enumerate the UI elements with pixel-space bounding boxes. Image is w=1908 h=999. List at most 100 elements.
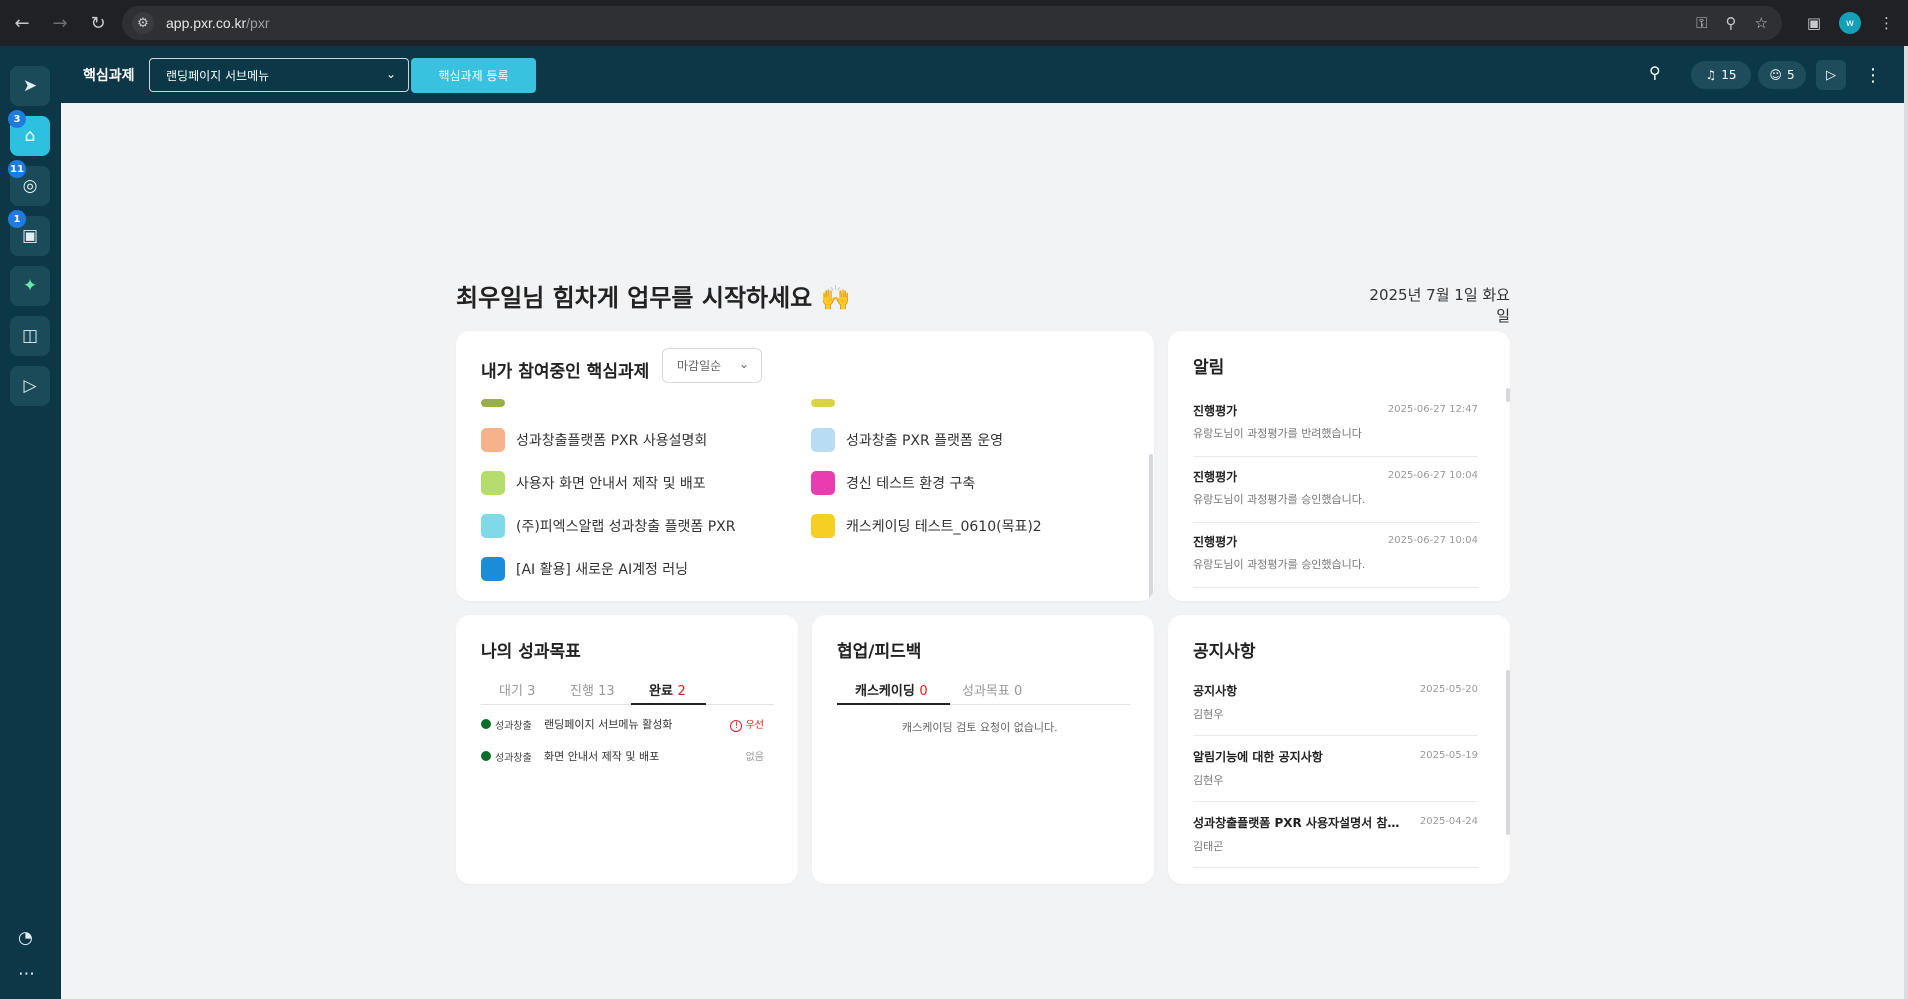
- task-label: (주)피엑스알랩 성과창출 플랫폼 PXR: [516, 519, 736, 535]
- chart-pie-icon[interactable]: ◔: [18, 928, 33, 948]
- task-color-swatch: [481, 557, 505, 581]
- notification-count: 15: [1721, 68, 1737, 82]
- feedback-card: 협업/피드백 캐스케이딩 0 성과목표 0 캐스케이딩 검토 요청이 없습니다.: [812, 615, 1154, 884]
- task-label: 사용자 화면 안내서 제작 및 배포: [516, 476, 706, 492]
- more-vertical-icon[interactable]: ⋮: [1858, 60, 1888, 90]
- goal-name: 랜딩페이지 서브메뉴 활성화: [544, 718, 673, 731]
- task-color-swatch: [481, 399, 505, 407]
- task-color-swatch: [481, 471, 505, 495]
- task-item[interactable]: 성과창출 PXR 플랫폼 운영: [811, 428, 1003, 452]
- task-label: 성과창출플랫폼 PXR 사용설명회: [516, 433, 708, 449]
- tab-performance-goals[interactable]: 성과목표 0: [962, 680, 1022, 699]
- task-label: 캐스케이딩 테스트_0610(목표)2: [846, 519, 1042, 535]
- welcome-greeting: 최우일님 힘차게 업무를 시작하세요 🙌: [456, 284, 851, 312]
- active-tab-indicator: [837, 703, 950, 705]
- core-task-select[interactable]: 랜딩페이지 서브메뉴 ⌄: [149, 58, 409, 92]
- page-scrollbar[interactable]: [1904, 46, 1908, 999]
- notification-type: 진행평가: [1193, 535, 1238, 549]
- task-color-swatch: [811, 428, 835, 452]
- goal-item[interactable]: 성과창출 랜딩페이지 서브메뉴 활성화 ! 우선: [481, 715, 766, 735]
- notification-type: 진행평가: [1193, 470, 1238, 484]
- sort-select-value: 마감일순: [677, 359, 722, 373]
- sort-select[interactable]: 마감일순 ⌄: [662, 348, 762, 383]
- task-item-partial[interactable]: [481, 399, 516, 407]
- core-tasks-title: 내가 참여중인 핵심과제: [481, 362, 650, 382]
- goal-name: 화면 안내서 제작 및 배포: [544, 750, 660, 763]
- empty-message: 캐스케이딩 검토 요청이 없습니다.: [902, 721, 1058, 734]
- status-dot: [481, 751, 491, 761]
- search-icon[interactable]: ⚲: [1649, 63, 1661, 82]
- status-dot: [481, 719, 491, 729]
- notices-scrollbar[interactable]: [1506, 670, 1510, 835]
- notice-item[interactable]: 성과창출플랫폼 PXR 사용자설명서 참조… 2025-04-24 김태곤: [1193, 802, 1478, 868]
- goal-item[interactable]: 성과창출 화면 안내서 제작 및 배포 없음: [481, 747, 766, 767]
- notices-card: 공지사항 공지사항 2025-05-20 김현우 알림기능에 대한 공지사항 2…: [1168, 615, 1510, 884]
- video-call-icon[interactable]: ▷: [1816, 60, 1846, 90]
- notifications-scrollbar[interactable]: [1506, 388, 1510, 402]
- notice-item[interactable]: 알림기능에 대한 공지사항 2025-05-19 김현우: [1193, 736, 1478, 802]
- video-icon[interactable]: ▷: [10, 366, 50, 406]
- notice-item[interactable]: 공지사항 2025-05-20 김현우: [1193, 670, 1478, 736]
- task-item[interactable]: [AI 활용] 새로운 AI계정 러닝: [481, 557, 688, 581]
- task-item[interactable]: (주)피엑스알랩 성과창출 플랫폼 PXR: [481, 514, 735, 538]
- url-text[interactable]: app.pxr.co.kr/pxr: [166, 15, 270, 31]
- extensions-icon[interactable]: ▣: [1807, 14, 1821, 32]
- goal-category: 성과창출: [495, 721, 532, 732]
- notice-date: 2025-05-19: [1419, 750, 1478, 761]
- notice-date: 2025-04-24: [1419, 816, 1478, 827]
- my-goals-title: 나의 성과목표: [481, 642, 581, 662]
- reload-icon[interactable]: ↻: [82, 7, 114, 39]
- forward-icon[interactable]: →: [44, 7, 76, 39]
- browser-menu-icon[interactable]: ⋮: [1879, 14, 1894, 32]
- bookmark-star-icon[interactable]: ☆: [1755, 14, 1768, 32]
- task-item[interactable]: 사용자 화면 안내서 제작 및 배포: [481, 471, 706, 495]
- goal-status: ! 우선: [730, 716, 764, 732]
- back-icon[interactable]: ←: [6, 7, 38, 39]
- active-tab-indicator: [631, 703, 706, 705]
- tab-divider: [481, 704, 774, 705]
- tab-in-progress[interactable]: 진행 13: [570, 680, 615, 699]
- task-color-swatch: [481, 428, 505, 452]
- my-goals-card: 나의 성과목표 대기 3 진행 13 완료 2 성과창출 랜딩페이지 서브메뉴 …: [456, 615, 798, 884]
- notification-item[interactable]: 진행평가 2025-06-27 10:04 유랑도님이 과정평가를 승인했습니다…: [1193, 458, 1478, 523]
- site-info-icon[interactable]: ⚙: [132, 12, 154, 34]
- zoom-icon[interactable]: ⚲: [1726, 14, 1737, 32]
- core-tasks-card: 내가 참여중인 핵심과제 마감일순 ⌄ 성과창출플랫폼 PXR 사용설명회 성과…: [456, 331, 1154, 601]
- tab-completed[interactable]: 완료 2: [649, 680, 686, 699]
- notification-date: 2025-06-27 10:04: [1387, 470, 1478, 481]
- notification-item[interactable]: 진행평가 2025-06-27 12:47 유랑도님이 과정평가를 반려했습니다: [1193, 392, 1478, 457]
- chat-icon[interactable]: ◫: [10, 316, 50, 356]
- more-horizontal-icon[interactable]: ⋯: [18, 964, 35, 984]
- feedback-title: 협업/피드백: [837, 642, 922, 662]
- tasks-scrollbar[interactable]: [1149, 454, 1153, 601]
- task-color-swatch: [481, 514, 505, 538]
- notifications-card: 알림 진행평가 2025-06-27 12:47 유랑도님이 과정평가를 반려했…: [1168, 331, 1510, 601]
- rocket-icon[interactable]: ➤: [10, 66, 50, 106]
- notifications-button[interactable]: ♫ 15: [1691, 61, 1751, 89]
- celebrate-icon: 🙌: [820, 284, 851, 312]
- task-label: 경신 테스트 환경 구축: [846, 476, 976, 492]
- notice-title: 공지사항: [1193, 684, 1238, 698]
- address-bar[interactable]: ⚙ app.pxr.co.kr/pxr ⚿ ⚲ ☆: [122, 6, 1782, 40]
- task-item-partial[interactable]: [811, 399, 846, 407]
- tab-waiting[interactable]: 대기 3: [499, 680, 535, 699]
- notifications-title: 알림: [1193, 358, 1225, 378]
- chevron-down-icon: ⌄: [738, 357, 749, 371]
- browser-toolbar: ← → ↻ ⚙ app.pxr.co.kr/pxr ⚿ ⚲ ☆ ▣ w ⋮: [0, 0, 1908, 46]
- notification-item[interactable]: 진행평가 2025-06-27 10:04 유랑도님이 과정평가를 승인했습니다…: [1193, 523, 1478, 588]
- notice-author: 김태곤: [1193, 840, 1224, 853]
- notices-title: 공지사항: [1193, 642, 1256, 662]
- register-core-task-button[interactable]: 핵심과제 등록: [411, 58, 536, 93]
- task-color-swatch: [811, 514, 835, 538]
- task-item[interactable]: 캐스케이딩 테스트_0610(목표)2: [811, 514, 1042, 538]
- calendar-badge: 1: [8, 210, 26, 228]
- task-item[interactable]: 성과창출플랫폼 PXR 사용설명회: [481, 428, 707, 452]
- app-sidebar: ➤ ⌂ 3 ◎ 11 ▣ 1 ✦ ◫ ▷ ◔ ⋯: [0, 46, 61, 999]
- password-key-icon[interactable]: ⚿: [1696, 14, 1707, 32]
- tab-cascading[interactable]: 캐스케이딩 0: [855, 680, 928, 699]
- profile-avatar[interactable]: w: [1839, 12, 1861, 34]
- members-button[interactable]: ☺ 5: [1758, 61, 1806, 89]
- sparkle-icon[interactable]: ✦: [10, 266, 50, 306]
- notification-message: 유랑도님이 과정평가를 승인했습니다.: [1193, 493, 1366, 506]
- task-item[interactable]: 경신 테스트 환경 구축: [811, 471, 975, 495]
